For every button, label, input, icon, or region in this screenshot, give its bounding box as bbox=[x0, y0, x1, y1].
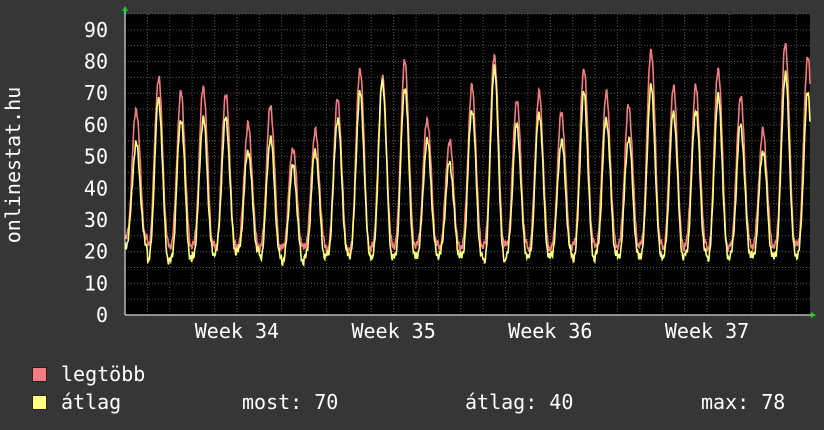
legend-swatch-avg bbox=[32, 394, 47, 410]
y-tick-label: 30 bbox=[84, 208, 108, 232]
y-tick-label: 60 bbox=[84, 113, 108, 137]
y-axis-arrow-icon bbox=[122, 6, 128, 11]
stat-most-label: most: bbox=[242, 390, 303, 414]
legend-label-max: legtöbb bbox=[61, 362, 146, 386]
x-axis-arrow-icon bbox=[811, 312, 816, 318]
legend-item-avg: átlag bbox=[32, 390, 121, 414]
site-label: onlinestat.hu bbox=[1, 87, 25, 244]
x-tick-label: Week 35 bbox=[351, 319, 435, 343]
y-tick-label: 20 bbox=[84, 240, 108, 264]
y-tick-label: 0 bbox=[96, 303, 108, 327]
y-tick-label: 50 bbox=[84, 145, 108, 169]
stat-most: most: 70 bbox=[242, 390, 338, 414]
x-tick-label: Week 37 bbox=[665, 319, 749, 343]
y-tick-label: 70 bbox=[84, 81, 108, 105]
y-tick-label: 10 bbox=[84, 271, 108, 295]
stat-avg: átlag: 40 bbox=[465, 390, 573, 414]
stat-most-value: 70 bbox=[314, 390, 339, 414]
x-tick-label: Week 34 bbox=[195, 319, 279, 343]
stat-avg-label: átlag: bbox=[465, 390, 538, 414]
legend-label-avg: átlag bbox=[61, 390, 122, 414]
x-tick-label: Week 36 bbox=[508, 319, 592, 343]
legend-swatch-max bbox=[32, 366, 47, 382]
stat-max: max: 78 bbox=[701, 390, 785, 414]
y-tick-label: 90 bbox=[84, 18, 108, 42]
stat-avg-value: 40 bbox=[549, 390, 574, 414]
y-tick-label: 40 bbox=[84, 176, 108, 200]
legend-item-max: legtöbb bbox=[32, 362, 145, 386]
stat-max-value: 78 bbox=[761, 390, 786, 414]
y-tick-label: 80 bbox=[84, 50, 108, 74]
stat-max-label: max: bbox=[701, 390, 750, 414]
